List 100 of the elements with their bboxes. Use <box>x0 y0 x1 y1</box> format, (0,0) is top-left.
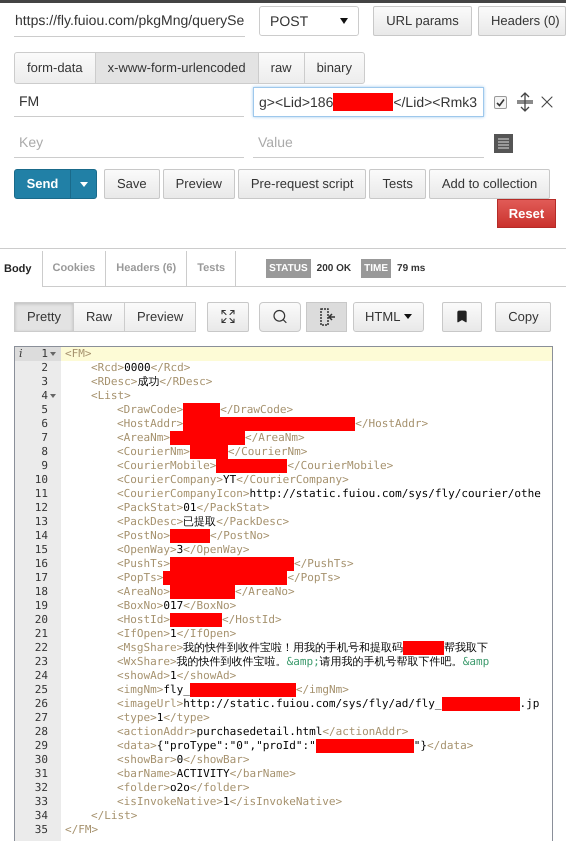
view-mode-tab[interactable]: Pretty <box>14 302 74 332</box>
xml-tag: <DrawCode> <box>117 403 184 416</box>
xml-tag: </PushTs> <box>294 557 354 570</box>
xml-value: 1 <box>170 627 177 640</box>
xml-value: http://static.fuiou.com/sys/fly/ad/fly_ <box>183 697 442 710</box>
xml-value: 1 <box>170 669 177 682</box>
xml-tag: </PackDesc> <box>216 515 290 528</box>
search-button[interactable] <box>259 302 302 332</box>
xml-tag: <PopTs> <box>117 571 164 584</box>
send-button[interactable]: Send <box>14 169 97 199</box>
xml-tag: <barName> <box>117 767 177 780</box>
xml-value: .jp <box>520 697 540 710</box>
line-number: 28 <box>34 725 48 739</box>
reorder-icon[interactable] <box>516 92 534 112</box>
xml-tag: <PostNo> <box>117 529 170 542</box>
xml-value: "} <box>414 739 427 752</box>
line-number: 25 <box>34 683 48 697</box>
fullscreen-button[interactable] <box>207 302 250 332</box>
status-value: 200 OK <box>316 262 352 276</box>
xml-entity: &amp <box>462 655 490 668</box>
xml-tag: </RDesc> <box>159 375 212 388</box>
action-button[interactable]: Preview <box>162 169 235 199</box>
xml-tag: </Rcd> <box>150 361 190 374</box>
body-type-tab[interactable]: x-www-form-urlencoded <box>94 52 259 84</box>
line-number: 19 <box>34 599 48 613</box>
action-button[interactable]: Save <box>104 169 160 199</box>
line-number: 1 <box>41 347 48 361</box>
view-mode-tab[interactable]: Preview <box>124 302 196 332</box>
xml-tag: <OpenWay> <box>117 543 177 556</box>
request-option-button[interactable]: URL params <box>373 6 472 36</box>
fold-caret-icon[interactable] <box>50 352 56 356</box>
xml-tag: </PopTs> <box>287 571 340 584</box>
search-icon <box>272 308 288 325</box>
view-mode-tab[interactable]: Raw <box>72 302 125 332</box>
xml-value: 请用我的手机号帮取下件吧。 <box>320 655 463 668</box>
xml-tag: <AreaNm> <box>117 431 170 444</box>
line-number: 4 <box>41 389 48 403</box>
body-type-tab[interactable]: binary <box>304 52 365 84</box>
xml-tag: </List> <box>91 809 138 822</box>
response-tab[interactable]: Body <box>0 251 42 287</box>
body-type-tab[interactable]: raw <box>258 52 305 84</box>
line-number: 12 <box>34 501 48 515</box>
line-number: 5 <box>41 403 48 417</box>
url-field[interactable]: https://fly.fuiou.com/pkgMng/querySe <box>14 5 245 37</box>
request-option-button[interactable]: Headers (0) <box>478 6 566 36</box>
xml-value: 成功 <box>137 375 160 388</box>
format-dropdown[interactable]: HTML <box>353 302 424 332</box>
copy-button[interactable]: Copy <box>495 302 552 332</box>
line-number: 17 <box>34 571 48 585</box>
xml-tag: </PackStat> <box>196 501 270 514</box>
status-badge: STATUS <box>266 259 311 278</box>
xml-tag: </BoxNo> <box>183 599 236 612</box>
line-number: 7 <box>41 431 48 445</box>
line-number: 18 <box>34 585 48 599</box>
line-number: 34 <box>34 809 48 823</box>
xml-tag: </AreaNm> <box>244 431 305 444</box>
xml-value: ACTIVITY <box>176 767 230 780</box>
xml-value: 017 <box>163 599 184 612</box>
xml-value: {"proType":"0","proId":" <box>156 739 316 752</box>
xml-tag: </HostAddr> <box>355 417 428 430</box>
line-number: 29 <box>34 739 48 753</box>
xml-tag: </CourierNm> <box>228 445 308 458</box>
action-button[interactable]: Pre-request script <box>238 169 366 199</box>
xml-tag: </CourierCompany> <box>236 473 349 486</box>
reset-button[interactable]: Reset <box>497 199 556 228</box>
xml-value: http://static.fuiou.com/sys/fly/courier/othe <box>249 487 541 500</box>
key-field[interactable]: FM <box>14 87 244 117</box>
list-icon[interactable] <box>494 134 513 152</box>
xml-tag: <CourierNm> <box>117 445 190 458</box>
fold-caret-icon[interactable] <box>50 394 56 398</box>
body-type-tab[interactable]: form-data <box>14 52 96 84</box>
line-number: 11 <box>34 487 48 501</box>
time-badge: TIME <box>361 259 392 278</box>
line-number: 8 <box>41 445 48 459</box>
xml-value: fly_ <box>163 683 190 696</box>
redaction-bar <box>333 93 394 111</box>
line-number: 35 <box>34 823 48 837</box>
xml-tag: <HostAddr> <box>117 417 184 430</box>
value-field[interactable]: g><Lid>186 </Lid><Rmk3 <box>253 87 484 117</box>
xml-value: YT <box>222 473 236 486</box>
bookmark-button[interactable] <box>442 302 482 332</box>
wrap-toggle-button[interactable] <box>306 302 348 332</box>
line-number: 30 <box>34 753 48 767</box>
xml-tag: </folder> <box>190 781 250 794</box>
line-number: 10 <box>34 473 48 487</box>
xml-tag: <MsgShare> <box>117 641 184 654</box>
xml-tag: <PackStat> <box>117 501 184 514</box>
xml-tag: </showAd> <box>176 669 236 682</box>
code-editor[interactable] <box>14 346 553 841</box>
line-number: 31 <box>34 767 48 781</box>
method-select[interactable]: POST <box>259 6 359 36</box>
annotation-marker[interactable]: i <box>19 347 23 361</box>
bookmark-icon <box>455 309 470 324</box>
action-button[interactable]: Tests <box>369 169 426 199</box>
caret-icon <box>340 18 348 24</box>
action-button[interactable]: Add to collection <box>428 169 550 199</box>
xml-value: o2o <box>170 781 190 794</box>
enable-checkbox[interactable] <box>494 96 507 108</box>
xml-value: 我的快件到收件宝啦。 <box>176 655 287 668</box>
xml-tag: </OpenWay> <box>183 543 250 556</box>
